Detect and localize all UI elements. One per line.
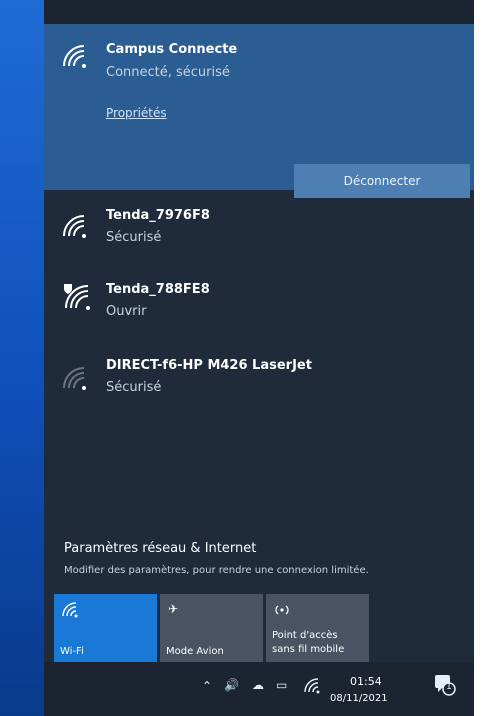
wifi-open-shield-icon [64,284,90,310]
hotspot-icon [275,605,289,615]
desktop-background [0,0,44,716]
flyout-top-bar [44,0,474,24]
network-flyout: Campus Connecte Connecté, sécurisé Propr… [44,0,474,662]
clock-time[interactable]: 01:54 [350,675,382,688]
chevron-up-icon[interactable]: ⌃ [202,679,212,693]
taskbar: ⌃ 🔊 ☁ ▭ 01:54 08/11/2021 1 [44,662,474,716]
airplane-icon: ✈ [168,602,179,616]
connected-network-name: Campus Connecte [106,42,238,57]
wifi-icon [63,45,86,68]
clock-date[interactable]: 08/11/2021 [330,693,388,704]
battery-icon[interactable]: ▭ [276,678,287,692]
quick-action-airplane-mode[interactable]: ✈ Mode Avion [160,594,263,662]
quick-action-mobile-hotspot[interactable]: Point d'accès sans fil mobile [266,594,369,662]
notifications-button[interactable]: 1 [432,672,456,696]
screenshot-frame: Campus Connecte Connecté, sécurisé Propr… [0,0,483,716]
wifi-weak-icon [63,367,86,390]
network-settings-link[interactable]: Paramètres réseau & Internet [64,541,256,556]
network-name: Tenda_788FE8 [106,282,210,297]
network-status: Sécurisé [106,380,162,395]
connected-network-status: Connecté, sécurisé [106,65,230,80]
network-item-direct-hp[interactable]: DIRECT-f6-HP M426 LaserJet Sécurisé [44,352,474,416]
quick-action-label: Mode Avion [166,646,224,657]
properties-link[interactable]: Propriétés [106,106,167,120]
quick-action-label: Wi-Fi [60,646,84,657]
wifi-icon[interactable] [304,678,320,694]
connected-network-card[interactable]: Campus Connecte Connecté, sécurisé Propr… [44,24,474,198]
notification-count: 1 [446,682,452,692]
network-item-tenda-7976f8[interactable]: Tenda_7976F8 Sécurisé [44,200,474,264]
volume-icon[interactable]: 🔊 [224,678,239,692]
wifi-icon [63,215,86,238]
network-item-tenda-788fe8[interactable]: Tenda_788FE8 Ouvrir [44,272,474,336]
network-name: DIRECT-f6-HP M426 LaserJet [106,358,312,373]
network-settings-subtitle: Modifier des paramètres, pour rendre une… [64,565,369,576]
network-name: Tenda_7976F8 [106,208,210,223]
wifi-icon [62,602,78,618]
network-status: Ouvrir [106,304,147,319]
notification-icon [435,675,456,696]
cloud-icon[interactable]: ☁ [252,678,264,692]
quick-action-label-line1: Point d'accès [272,630,338,641]
quick-action-label-line2: sans fil mobile [272,644,345,655]
disconnect-button[interactable]: Déconnecter [294,164,470,198]
quick-action-wifi[interactable]: Wi-Fi [54,594,157,662]
network-status: Sécurisé [106,230,162,245]
